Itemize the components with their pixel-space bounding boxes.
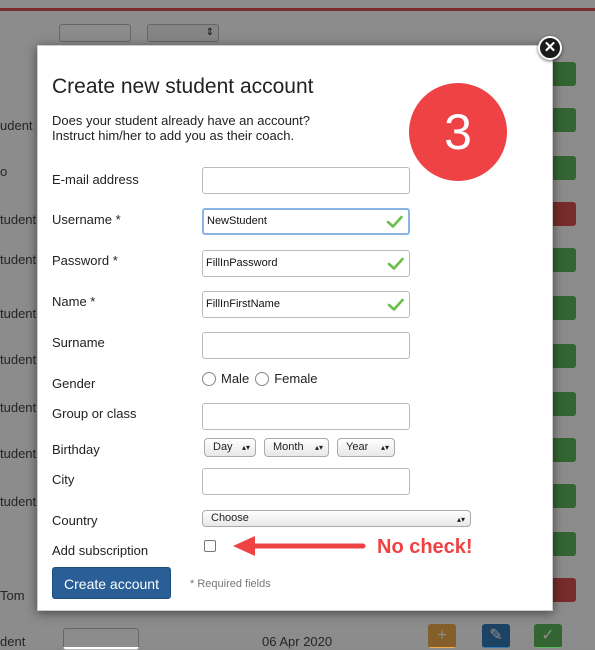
email-label: E-mail address [52, 172, 139, 187]
birthday-month-value: Month [273, 441, 304, 453]
modal-title: Create new student account [52, 75, 314, 98]
name-field[interactable]: FillInFirstName [202, 291, 410, 318]
group-field[interactable] [202, 403, 410, 430]
select-arrow-icon: ▴▾ [314, 443, 323, 452]
birthday-day-value: Day [213, 441, 233, 453]
country-label: Country [52, 513, 98, 528]
intro-line: Does your student already have an accoun… [52, 113, 311, 128]
gender-male-radio[interactable] [202, 371, 216, 386]
step-number-badge: 3 [409, 83, 507, 181]
country-value: Choose [211, 512, 249, 524]
intro-line: Instruct him/her to add you as their coa… [52, 128, 295, 143]
birthday-label: Birthday [52, 442, 100, 457]
birthday-day-select[interactable]: Day ▴▾ [204, 438, 256, 457]
valid-check-icon [387, 298, 404, 311]
username-value: NewStudent [207, 215, 267, 227]
create-student-modal: Create new student account Does your stu… [37, 45, 553, 611]
annotation-text: No check! [377, 536, 473, 558]
password-label: Password * [52, 253, 118, 268]
subscription-label: Add subscription [52, 543, 149, 558]
birthday-year-select[interactable]: Year ▴▾ [337, 438, 395, 457]
city-label: City [52, 472, 75, 487]
surname-label: Surname [52, 335, 105, 350]
create-account-button[interactable]: Create account [52, 567, 171, 599]
username-field[interactable]: NewStudent [202, 208, 410, 235]
birthday-year-value: Year [346, 441, 369, 453]
select-arrow-icon: ▴▾ [456, 515, 465, 524]
annotation-arrow-icon [233, 536, 366, 556]
name-label: Name * [52, 294, 96, 309]
city-field[interactable] [202, 468, 410, 495]
country-select[interactable]: Choose ▴▾ [202, 510, 471, 527]
close-icon[interactable]: ✕ [538, 36, 562, 60]
modal-intro: Does your student already have an accoun… [52, 113, 310, 143]
password-value: FillInPassword [206, 257, 278, 269]
surname-field[interactable] [202, 332, 410, 359]
gender-female-radio[interactable] [255, 371, 270, 386]
valid-check-icon [386, 215, 403, 228]
username-label: Username * [52, 212, 121, 227]
gender-radio-group: Male Female [202, 371, 324, 386]
password-field[interactable]: FillInPassword [202, 250, 410, 277]
subscription-checkbox[interactable] [204, 540, 216, 552]
birthday-month-select[interactable]: Month ▴▾ [264, 438, 329, 457]
group-label: Group or class [52, 406, 137, 421]
gender-female-label[interactable]: Female [274, 371, 317, 386]
email-field[interactable] [202, 167, 410, 194]
required-fields-note: * Required fields [190, 578, 271, 590]
gender-male-label[interactable]: Male [221, 371, 249, 386]
select-arrow-icon: ▴▾ [241, 443, 250, 452]
gender-label: Gender [52, 376, 96, 391]
valid-check-icon [387, 257, 404, 270]
select-arrow-icon: ▴▾ [380, 443, 389, 452]
name-value: FillInFirstName [206, 298, 280, 310]
